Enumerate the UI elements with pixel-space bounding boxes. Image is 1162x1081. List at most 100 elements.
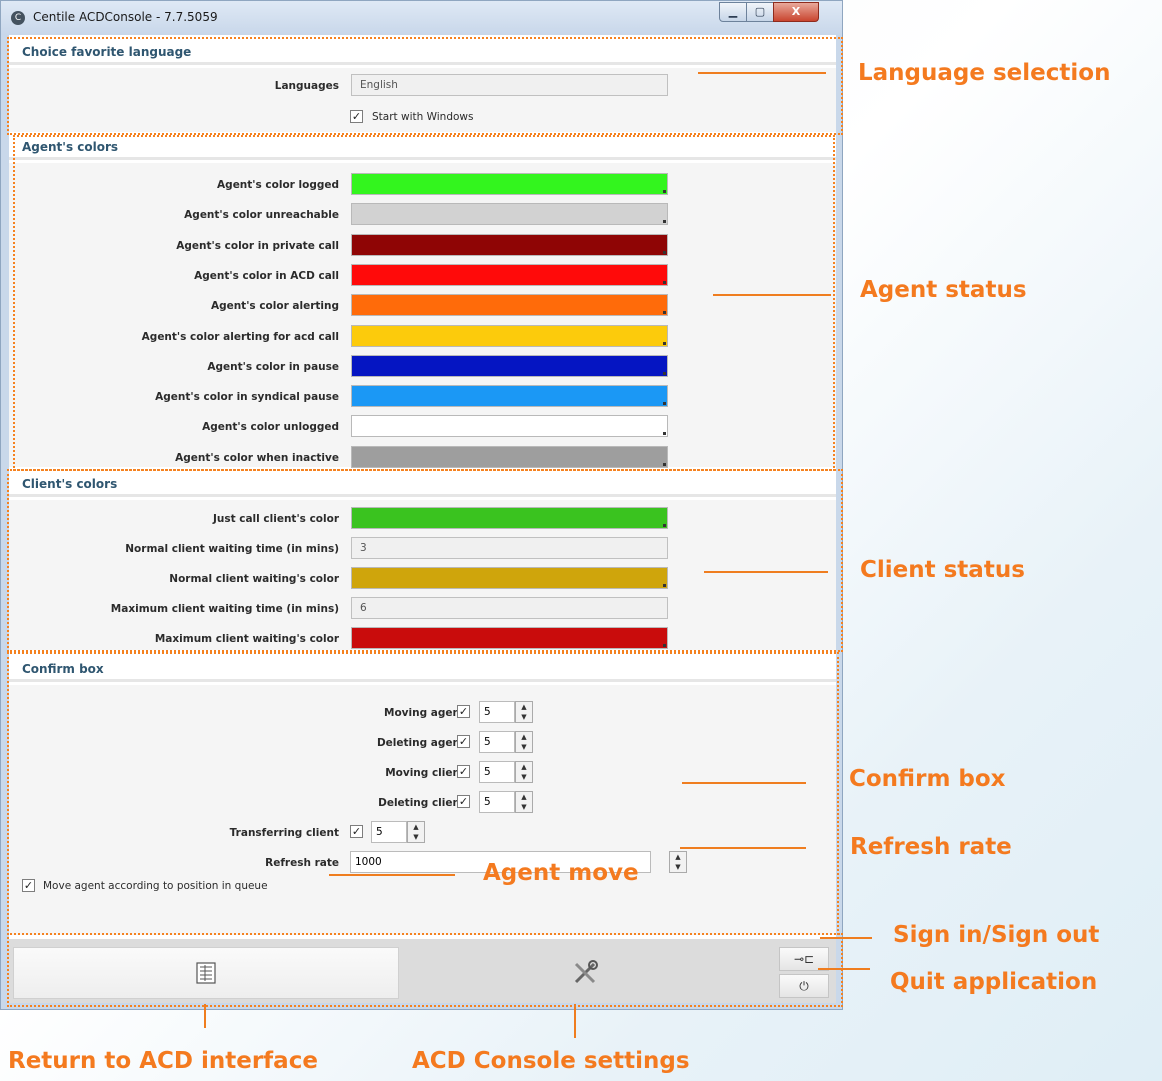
quit-pointer [818,968,870,970]
footer-toolbar: ⊸⊏ ⏻ [9,939,836,1003]
agent-color-row: Agent's color logged [9,173,836,199]
agent-color-picker[interactable] [351,233,668,256]
stepper-arrows[interactable]: ▲ ▼ [669,851,687,873]
agent-color-row: Agent's color unreachable [9,203,836,229]
confirm-label: Deleting client [378,797,465,809]
color-dropdown-icon [663,524,666,527]
annotation-agent-status: Agent status [860,277,1027,303]
client-status-pointer [704,571,828,573]
stepper-arrows[interactable]: ▲ ▼ [515,791,533,813]
normal-time-row: Normal client waiting time (in mins) 3 [9,537,836,563]
agent-color-row: Agent's color in ACD call [9,263,836,290]
down-arrow-icon[interactable]: ▼ [516,742,532,752]
normal-time-input[interactable]: 3 [351,537,668,559]
stepper-arrows[interactable]: ▲ ▼ [515,761,533,783]
confirm-label: Deleting agent [376,737,465,749]
color-dropdown-icon [663,644,666,647]
refresh-rate-label: Refresh rate [265,857,339,869]
return-pointer [204,1004,206,1028]
confirm-checkbox[interactable]: ✓ [457,795,470,808]
down-arrow-icon[interactable]: ▼ [516,802,532,812]
just-call-color-picker[interactable] [351,507,668,529]
up-arrow-icon[interactable]: ▲ [516,792,532,802]
agent-color-row: Agent's color alerting for acd call [9,324,836,351]
stepper-arrows[interactable]: ▲ ▼ [515,731,533,753]
agent-color-picker[interactable] [351,415,668,438]
up-arrow-icon[interactable]: ▲ [408,822,424,832]
confirm-checkbox[interactable]: ✓ [457,735,470,748]
agent-color-label: Agent's color in private call [176,239,339,252]
agent-color-picker[interactable] [351,294,668,317]
agent-color-picker[interactable] [351,385,668,408]
confirm-checkbox[interactable]: ✓ [457,705,470,718]
client-colors-heading: Client's colors [9,471,836,497]
agent-color-label: Agent's color when inactive [175,451,339,464]
color-dropdown-icon [663,280,666,284]
normal-color-label: Normal client waiting's color [169,573,339,585]
agent-color-row: Agent's color in syndical pause [9,385,836,411]
maximize-button[interactable]: ▢ [746,2,774,22]
down-arrow-icon[interactable]: ▼ [516,712,532,722]
color-dropdown-icon [663,462,666,466]
agent-color-picker[interactable] [351,324,668,347]
settings-button[interactable] [399,947,775,999]
color-dropdown-icon [663,250,666,254]
normal-color-picker[interactable] [351,567,668,589]
annotation-confirm-box: Confirm box [849,766,1006,792]
transferring-client-value[interactable]: 5 [371,821,407,843]
just-call-color-row: Just call client's color [9,507,836,533]
confirm-checkbox[interactable]: ✓ [457,765,470,778]
agent-color-picker[interactable] [351,203,668,226]
up-arrow-icon[interactable]: ▲ [670,852,686,862]
max-time-input[interactable]: 6 [351,597,668,619]
max-time-row: Maximum client waiting time (in mins) 6 [9,597,836,623]
up-arrow-icon[interactable]: ▲ [516,702,532,712]
stepper-arrows[interactable]: ▲ ▼ [407,821,425,843]
down-arrow-icon[interactable]: ▼ [516,772,532,782]
color-dropdown-icon [663,341,666,345]
annotation-return-acd: Return to ACD interface [8,1048,318,1074]
confirm-value[interactable]: 5 [479,761,515,783]
color-dropdown-icon [663,402,666,406]
agent-color-picker[interactable] [351,354,668,377]
agent-colors-heading: Agent's colors [9,134,836,160]
move-agent-checkbox[interactable]: ✓ [22,879,35,892]
agent-color-label: Agent's color unlogged [202,421,339,434]
quit-button[interactable]: ⏻ [779,974,829,998]
confirm-value[interactable]: 5 [479,731,515,753]
application-window: C Centile ACDConsole - 7.7.5059 ▁ ▢ X Ch… [0,0,843,1010]
just-call-color-label: Just call client's color [212,513,339,525]
up-arrow-icon[interactable]: ▲ [516,732,532,742]
confirm-box-heading: Confirm box [9,656,836,682]
agent-status-pointer [713,294,831,296]
start-with-windows-checkbox[interactable]: ✓ [350,110,363,123]
max-color-label: Maximum client waiting's color [154,633,339,645]
agent-color-picker[interactable] [351,263,668,286]
down-arrow-icon[interactable]: ▼ [670,862,686,872]
stepper-arrows[interactable]: ▲ ▼ [515,701,533,723]
confirm-row: Deleting agent ✓ 5 ▲ ▼ [9,731,836,757]
agent-colors-body: Agent's color logged Agent's color unreac… [9,163,836,468]
down-arrow-icon[interactable]: ▼ [408,832,424,842]
transferring-client-checkbox[interactable]: ✓ [350,825,363,838]
confirm-row: Moving agent ✓ 5 ▲ ▼ [9,701,836,727]
max-time-label: Maximum client waiting time (in mins) [110,603,339,615]
up-arrow-icon[interactable]: ▲ [516,762,532,772]
acd-interface-button[interactable] [13,947,399,999]
agent-color-picker[interactable] [351,445,668,468]
start-with-windows-label: Start with Windows [372,111,474,123]
confirm-value[interactable]: 5 [479,791,515,813]
annotation-sign-in-out: Sign in/Sign out [893,922,1100,948]
close-button[interactable]: X [773,2,819,22]
confirm-value[interactable]: 5 [479,701,515,723]
max-color-picker[interactable] [351,627,668,649]
confirm-row: Deleting client ✓ 5 ▲ ▼ [9,791,836,817]
agent-color-row: Agent's color in private call [9,233,836,260]
minimize-button[interactable]: ▁ [719,2,747,22]
agent-color-picker[interactable] [351,173,668,195]
agent-color-row: Agent's color when inactive [9,445,836,472]
color-dropdown-icon [663,584,666,587]
languages-select[interactable]: English [351,74,668,96]
confirm-box-pointer [682,782,806,784]
languages-row: Languages English [9,74,836,100]
